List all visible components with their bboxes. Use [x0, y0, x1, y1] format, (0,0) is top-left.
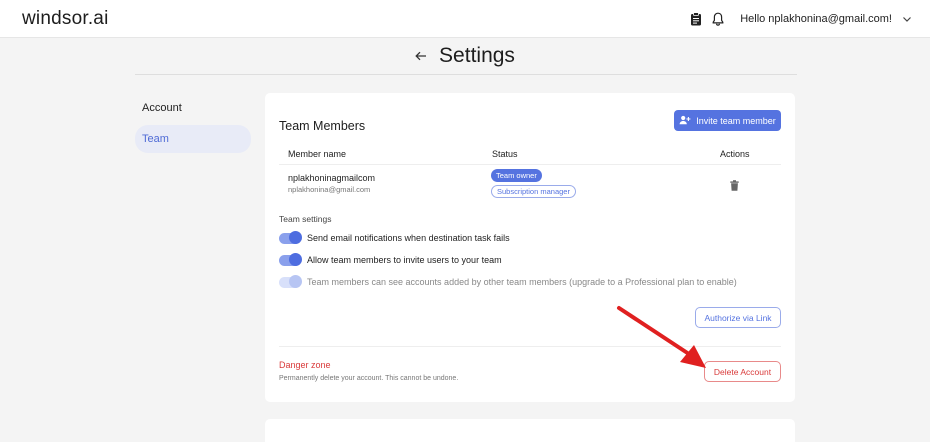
- members-table-header: Member name Status Actions: [279, 149, 781, 165]
- secondary-card: [265, 419, 795, 442]
- status-badge-subscription-manager: Subscription manager: [491, 185, 576, 198]
- table-row: nplakhoninagmailcom nplakhonina@gmail.co…: [279, 169, 781, 205]
- sidebar-item-account[interactable]: Account: [135, 95, 251, 121]
- status-badge-owner: Team owner: [491, 169, 542, 182]
- toggle-row-email-notifications: Send email notifications when destinatio…: [279, 231, 510, 245]
- title-divider: [135, 74, 797, 75]
- clipboard-icon[interactable]: [690, 12, 702, 26]
- user-area: Hello nplakhonina@gmail.com!: [690, 0, 912, 38]
- invite-team-member-button[interactable]: Invite team member: [674, 110, 781, 131]
- email-notifications-toggle[interactable]: [279, 231, 302, 244]
- chevron-down-icon[interactable]: [902, 15, 912, 23]
- danger-zone-description: Permanently delete your account. This ca…: [279, 375, 459, 382]
- arrow-left-icon[interactable]: [415, 48, 427, 65]
- bell-icon[interactable]: [712, 12, 724, 26]
- add-user-icon: [679, 115, 691, 127]
- column-header-actions: Actions: [720, 149, 750, 159]
- page-title: Settings: [439, 44, 515, 67]
- toggle-label: Team members can see accounts added by o…: [307, 277, 737, 287]
- toggle-row-see-accounts: Team members can see accounts added by o…: [279, 275, 737, 289]
- invite-users-toggle[interactable]: [279, 253, 302, 266]
- logo[interactable]: windsor.ai: [22, 8, 109, 30]
- divider: [279, 346, 781, 347]
- sidebar-item-team[interactable]: Team: [135, 125, 251, 153]
- page-header: Settings: [0, 42, 930, 70]
- column-header-member-name: Member name: [288, 149, 347, 159]
- team-settings-label: Team settings: [279, 214, 332, 224]
- team-members-heading: Team Members: [279, 119, 366, 133]
- delete-account-button[interactable]: Delete Account: [704, 361, 781, 382]
- member-name: nplakhoninagmailcom: [288, 173, 376, 183]
- settings-sidebar: Account Team: [135, 95, 251, 157]
- invite-button-label: Invite team member: [696, 115, 776, 126]
- top-bar: windsor.ai Hello nplakhonina@gmail.com!: [0, 0, 930, 38]
- toggle-row-invite-users: Allow team members to invite users to yo…: [279, 253, 502, 267]
- authorize-via-link-button[interactable]: Authorize via Link: [695, 307, 781, 328]
- danger-zone-title: Danger zone: [279, 360, 331, 370]
- user-greeting[interactable]: Hello nplakhonina@gmail.com!: [740, 13, 892, 25]
- trash-icon[interactable]: [730, 178, 739, 196]
- see-accounts-toggle: [279, 275, 302, 288]
- toggle-label: Allow team members to invite users to yo…: [307, 255, 502, 265]
- column-header-status: Status: [492, 149, 518, 159]
- member-email: nplakhonina@gmail.com: [288, 185, 371, 194]
- team-card: Team Members Invite team member Member n…: [265, 93, 795, 402]
- toggle-label: Send email notifications when destinatio…: [307, 233, 510, 243]
